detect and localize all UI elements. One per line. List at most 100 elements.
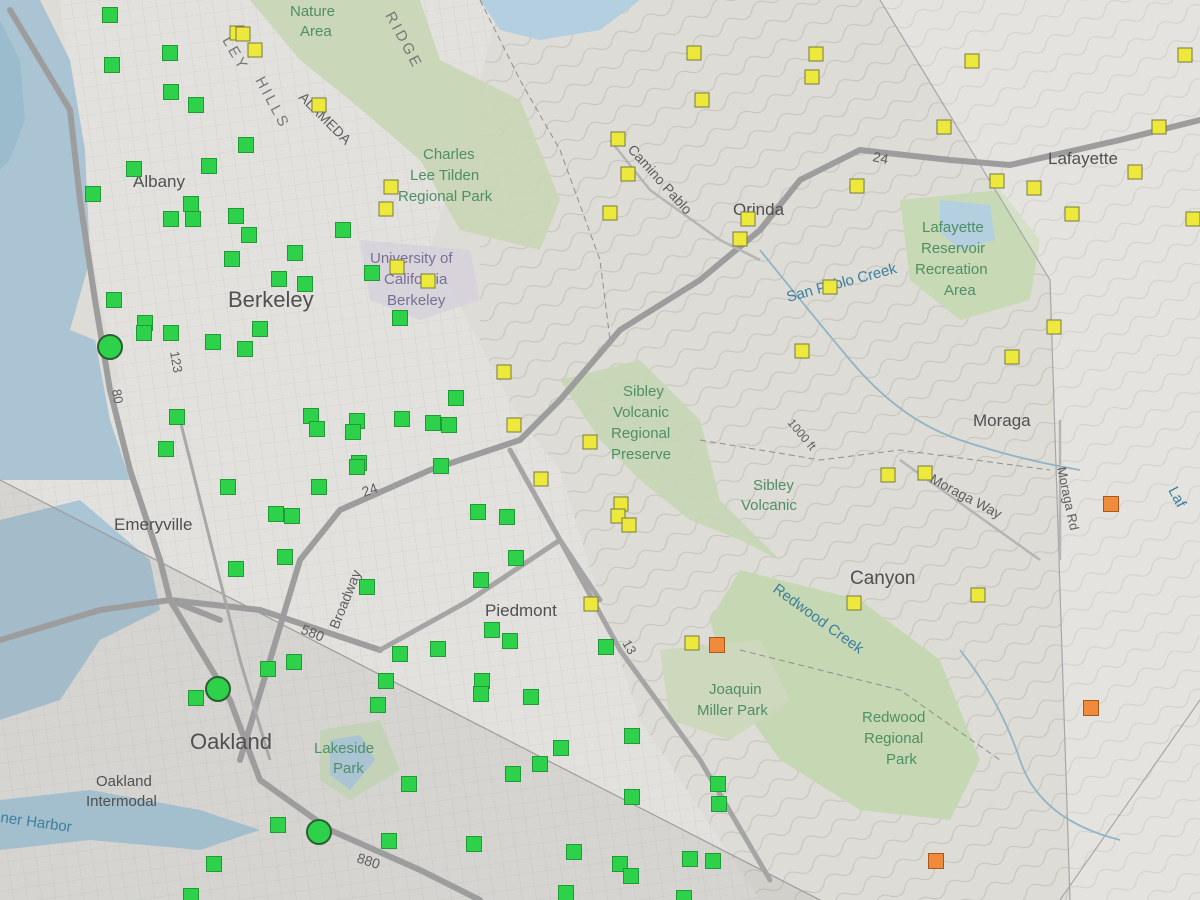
sensor-marker-good[interactable] [297,276,313,292]
sensor-marker-moderate[interactable] [846,595,862,611]
sensor-marker-good[interactable] [201,158,217,174]
sensor-marker-good[interactable] [710,776,726,792]
sensor-marker-good[interactable] [349,459,365,475]
sensor-marker-moderate[interactable] [686,45,702,61]
sensor-marker-moderate[interactable] [1151,119,1167,135]
sensor-marker-good[interactable] [473,572,489,588]
sensor-marker-moderate[interactable] [740,211,756,227]
sensor-marker-good[interactable] [284,508,300,524]
sensor-marker-moderate[interactable] [694,92,710,108]
sensor-marker-good[interactable] [286,654,302,670]
sensor-marker-moderate[interactable] [732,231,748,247]
sensor-marker-moderate[interactable] [496,364,512,380]
sensor-marker-good[interactable] [370,697,386,713]
sensor-marker-good[interactable] [624,789,640,805]
map-canvas[interactable]: LEY HILLS RIDGE ALAMEDA Albany Berkeley … [0,0,1200,900]
sensor-marker-good[interactable] [394,411,410,427]
sensor-marker-moderate[interactable] [621,517,637,533]
sensor-marker-moderate[interactable] [610,131,626,147]
sensor-marker-good[interactable] [470,504,486,520]
sensor-marker-good[interactable] [345,424,361,440]
sensor-marker-good[interactable] [392,310,408,326]
sensor-marker-good[interactable] [359,579,375,595]
sensor-marker-good[interactable] [430,641,446,657]
sensor-marker-good[interactable] [311,479,327,495]
sensor-marker-moderate[interactable] [964,53,980,69]
sensor-marker-moderate[interactable] [247,42,263,58]
sensor-marker-moderate[interactable] [1064,206,1080,222]
sensor-marker-good[interactable] [206,856,222,872]
monitor-station-marker[interactable] [97,334,123,360]
sensor-marker-good[interactable] [566,844,582,860]
sensor-marker-moderate[interactable] [583,596,599,612]
sensor-marker-moderate[interactable] [804,69,820,85]
sensor-marker-good[interactable] [102,7,118,23]
sensor-marker-moderate[interactable] [582,434,598,450]
sensor-marker-moderate[interactable] [989,173,1005,189]
sensor-marker-good[interactable] [466,836,482,852]
sensor-marker-moderate[interactable] [849,178,865,194]
sensor-marker-good[interactable] [169,409,185,425]
sensor-marker-moderate[interactable] [311,97,327,113]
sensor-marker-moderate[interactable] [1177,47,1193,63]
sensor-marker-good[interactable] [185,211,201,227]
sensor-marker-good[interactable] [401,776,417,792]
sensor-marker-good[interactable] [392,646,408,662]
sensor-marker-good[interactable] [224,251,240,267]
sensor-marker-good[interactable] [473,686,489,702]
sensor-marker-moderate[interactable] [794,343,810,359]
sensor-marker-moderate[interactable] [620,166,636,182]
sensor-marker-moderate[interactable] [917,465,933,481]
sensor-marker-good[interactable] [558,885,574,900]
sensor-marker-good[interactable] [183,196,199,212]
sensor-marker-unhealthy-sensitive[interactable] [709,637,725,653]
sensor-marker-good[interactable] [309,421,325,437]
sensor-marker-good[interactable] [508,550,524,566]
sensor-marker-moderate[interactable] [389,259,405,275]
sensor-marker-good[interactable] [335,222,351,238]
sensor-marker-good[interactable] [381,833,397,849]
sensor-marker-good[interactable] [441,417,457,433]
sensor-marker-good[interactable] [136,325,152,341]
sensor-marker-moderate[interactable] [880,467,896,483]
sensor-marker-good[interactable] [241,227,257,243]
map-view[interactable]: LEY HILLS RIDGE ALAMEDA Albany Berkeley … [0,0,1200,900]
sensor-marker-good[interactable] [162,45,178,61]
sensor-marker-good[interactable] [676,890,692,900]
sensor-marker-good[interactable] [188,690,204,706]
sensor-marker-good[interactable] [158,441,174,457]
sensor-marker-moderate[interactable] [602,205,618,221]
sensor-marker-moderate[interactable] [822,279,838,295]
sensor-marker-good[interactable] [270,817,286,833]
sensor-marker-good[interactable] [553,740,569,756]
sensor-marker-good[interactable] [104,57,120,73]
sensor-marker-good[interactable] [85,186,101,202]
sensor-marker-good[interactable] [268,506,284,522]
sensor-marker-moderate[interactable] [1185,211,1200,227]
sensor-marker-good[interactable] [163,325,179,341]
sensor-marker-moderate[interactable] [1026,180,1042,196]
sensor-marker-good[interactable] [598,639,614,655]
monitor-station-marker[interactable] [205,676,231,702]
sensor-marker-moderate[interactable] [378,201,394,217]
sensor-marker-good[interactable] [163,84,179,100]
sensor-marker-good[interactable] [682,851,698,867]
sensor-marker-good[interactable] [623,868,639,884]
sensor-marker-good[interactable] [220,479,236,495]
sensor-marker-unhealthy-sensitive[interactable] [1083,700,1099,716]
sensor-marker-moderate[interactable] [970,587,986,603]
sensor-marker-moderate[interactable] [936,119,952,135]
sensor-marker-moderate[interactable] [235,26,251,42]
sensor-marker-good[interactable] [271,271,287,287]
sensor-marker-good[interactable] [205,334,221,350]
sensor-marker-moderate[interactable] [1127,164,1143,180]
sensor-marker-good[interactable] [287,245,303,261]
sensor-marker-good[interactable] [499,509,515,525]
sensor-marker-good[interactable] [624,728,640,744]
sensor-marker-good[interactable] [277,549,293,565]
sensor-marker-moderate[interactable] [383,179,399,195]
sensor-marker-moderate[interactable] [808,46,824,62]
sensor-marker-moderate[interactable] [533,471,549,487]
sensor-marker-good[interactable] [228,208,244,224]
sensor-marker-good[interactable] [484,622,500,638]
